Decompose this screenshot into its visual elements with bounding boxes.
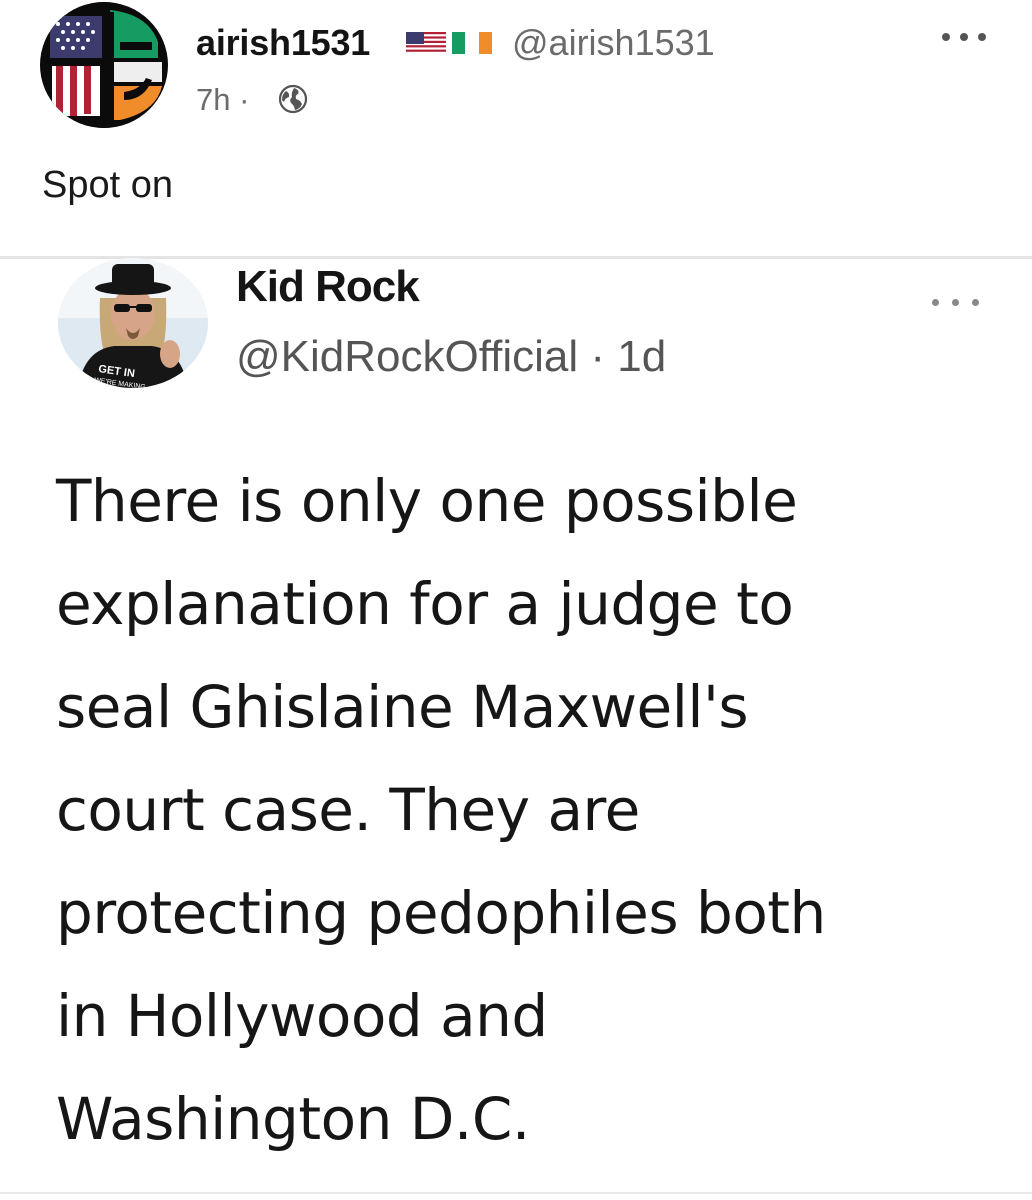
- tweet-line: in Hollywood and: [56, 982, 548, 1050]
- quoted-author-name: Kid Rock: [236, 262, 420, 311]
- author-flags: [406, 32, 493, 54]
- ireland-flag-icon: [452, 32, 493, 54]
- globe-icon: [278, 84, 308, 114]
- author-name[interactable]: airish1531: [196, 22, 370, 64]
- us-flag-icon: [406, 32, 446, 54]
- post-meta: 7h ·: [196, 82, 249, 118]
- tweet-line: protecting pedophiles both: [56, 879, 826, 947]
- tweet-line: seal Ghislaine Maxwell's: [56, 673, 749, 741]
- tweet-line: explanation for a judge to: [56, 570, 794, 638]
- quoted-tweet-text: There is only one possible explanation f…: [56, 450, 996, 1171]
- divider: [0, 256, 1032, 259]
- kid-rock-avatar-image: GET IN WE'RE MAKING: [58, 258, 208, 388]
- quoted-author-avatar: GET IN WE'RE MAKING: [58, 258, 208, 388]
- meta-separator: ·: [239, 82, 250, 117]
- post-age[interactable]: 7h: [196, 82, 230, 117]
- tweet-line: There is only one possible: [56, 467, 798, 535]
- post-more-button[interactable]: [942, 28, 986, 44]
- flag-logo-avatar-image: [41, 2, 167, 128]
- quoted-author-handle-and-age: @KidRockOfficial · 1d: [236, 332, 667, 381]
- tweet-line: court case. They are: [56, 776, 640, 844]
- tweet-line: Washington D.C.: [56, 1085, 530, 1153]
- facebook-post: airish1531 @airish1531 7h · Spot on GET …: [0, 0, 1032, 1200]
- author-avatar[interactable]: [40, 2, 168, 128]
- post-body-text: Spot on: [42, 164, 173, 206]
- quoted-more-icon: [932, 296, 982, 310]
- bottom-divider: [0, 1192, 1032, 1194]
- author-handle[interactable]: @airish1531: [512, 22, 715, 64]
